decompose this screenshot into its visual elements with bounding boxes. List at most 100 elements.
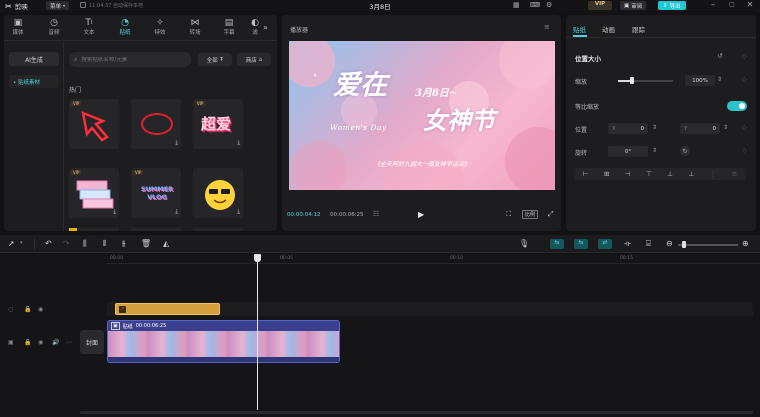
audio-mute-icon[interactable]: 🔊 — [52, 339, 59, 346]
sticker-clip[interactable]: ➚ — [115, 303, 220, 315]
spin-arrows-icon: ⇕ — [717, 76, 723, 83]
tab-media[interactable]: ▣ 媒体 — [7, 17, 29, 37]
video-track-icon: ▣ — [8, 339, 14, 346]
player-menu-icon[interactable]: ≡ — [544, 23, 550, 31]
zoom-out-icon[interactable]: ⊖ — [666, 239, 673, 248]
rotation-dial-icon[interactable]: ↻ — [680, 146, 690, 156]
linkage-icon[interactable]: ⇄ — [598, 239, 612, 249]
red-circle-sticker[interactable]: ⤓ — [131, 99, 181, 149]
split-icon[interactable]: ⫼ — [83, 239, 87, 249]
ratio-button[interactable]: 比例 — [522, 210, 539, 219]
cover-button[interactable]: 封面 — [80, 330, 104, 354]
zoom-slider-handle[interactable] — [682, 241, 686, 248]
video-clip[interactable]: ▣ 贴纸 00:00:06:25 — [107, 320, 340, 363]
timeline-view-icon[interactable]: ☷ — [373, 210, 379, 218]
more-tools-icon[interactable]: » — [263, 23, 268, 32]
sunglasses-emoji-sticker[interactable]: ⤓ — [193, 168, 243, 218]
tab-transition[interactable]: ⋈ 转场 — [184, 17, 206, 37]
align-top-icon[interactable]: ⊤ — [646, 170, 652, 178]
sticker-search[interactable]: ⌕ — [69, 52, 191, 67]
auto-snap-icon[interactable]: ⇆ — [574, 239, 588, 249]
export-button[interactable]: ⇪ 导出 — [658, 1, 686, 10]
vip-badge[interactable]: VIP — [588, 1, 612, 10]
scale-slider-handle[interactable] — [629, 77, 634, 84]
menu-button[interactable]: 菜单 ▾ — [46, 1, 70, 10]
summer-vlog-sticker[interactable]: VIP SUMMER VLOG ⤓ — [131, 168, 181, 218]
shortcut-icon[interactable]: ⌨ — [530, 1, 540, 10]
pink-3d-text-sticker[interactable]: VIP 超爱 ⤓ — [193, 99, 243, 149]
pink-windows-sticker[interactable]: VIP ⤓ — [69, 168, 119, 218]
tab-captions[interactable]: ▤ 字幕 — [218, 17, 240, 37]
ai-generate-button[interactable]: AI生成 — [9, 52, 59, 66]
zoom-in-icon[interactable]: ⊕ — [742, 239, 749, 248]
zoom-slider[interactable] — [678, 241, 738, 248]
position-x-input[interactable]: X0 — [608, 123, 648, 134]
tab-text[interactable]: T I 文本 — [78, 17, 100, 37]
shop-icon: ⌂ — [258, 56, 263, 63]
eye-icon[interactable]: ◉ — [38, 339, 43, 346]
layout-icon[interactable]: ▦ — [513, 1, 523, 10]
windows-image — [76, 180, 114, 209]
eye-icon[interactable]: ◉ — [38, 306, 43, 313]
shop-button[interactable]: 商店 ⌂ — [237, 53, 271, 66]
caption-icon[interactable]: ⌸ — [646, 239, 651, 249]
video-preview: ✦ 爱在 3月8日~ Women's Day 女神节 《全天阿的九园大一瓶女神节… — [289, 41, 555, 190]
playhead[interactable] — [254, 254, 261, 410]
headline-text: 爱在 — [333, 70, 387, 101]
sidebar-divider — [63, 42, 64, 231]
tab-audio[interactable]: ◷ 音频 — [43, 17, 65, 37]
maximize-icon[interactable]: ▢ — [726, 1, 738, 11]
reset-icon[interactable]: ↺ — [717, 52, 723, 60]
tab-filter[interactable]: ◐ 滤 — [247, 17, 263, 37]
settings-icon[interactable]: ⚙ — [546, 1, 556, 10]
tab-effects[interactable]: ✧ 特效 — [149, 17, 171, 37]
current-time: 00:00:04:12 — [287, 212, 321, 218]
select-tool-icon[interactable]: ➚ — [8, 239, 15, 248]
undo-icon[interactable]: ↶ — [45, 239, 52, 248]
fit-screen-icon[interactable]: ⛶ — [506, 210, 511, 219]
more-options-icon[interactable]: ⋯ — [66, 339, 72, 346]
lock-icon[interactable]: 🔒 — [24, 339, 31, 346]
align-bottom-icon[interactable]: ⊥ — [688, 170, 694, 178]
lock-icon[interactable]: 🔒 — [24, 306, 31, 313]
tab-tracking[interactable]: 跟踪 — [632, 24, 645, 34]
main-track-magnet-icon[interactable]: ⇆ — [550, 239, 564, 249]
delete-icon[interactable]: 🗑 — [141, 239, 151, 248]
align-center-v-icon[interactable]: ⊥ — [667, 170, 673, 178]
distribute-h-icon[interactable]: ⋮ — [710, 170, 717, 178]
filter-all-button[interactable]: 全部 Ŧ — [198, 53, 232, 66]
download-icon: ⤓ — [175, 139, 178, 146]
position-y-input[interactable]: Y0 — [680, 123, 720, 134]
tab-sticker-props[interactable]: 贴纸 — [573, 24, 586, 34]
scale-slider[interactable] — [618, 77, 673, 84]
search-input[interactable] — [81, 56, 182, 63]
distribute-v-icon[interactable]: ≡ — [732, 170, 737, 178]
split-left-icon[interactable]: ⫴ — [103, 239, 106, 249]
download-icon: ⤓ — [113, 208, 116, 215]
uniform-scale-toggle[interactable] — [727, 101, 747, 111]
fullscreen-icon[interactable]: ⤢ — [548, 210, 554, 219]
menu-label: 菜单 — [50, 3, 62, 10]
review-button[interactable]: ▣ 审阅 — [620, 1, 647, 10]
ruler-tick-label: 00:10 — [450, 256, 463, 261]
align-center-h-icon[interactable]: ⊞ — [604, 170, 609, 178]
microphone-icon[interactable]: 🎙 — [519, 239, 529, 248]
rotation-input[interactable]: 0° — [608, 146, 648, 157]
align-left-icon[interactable]: ⊢ — [583, 170, 589, 178]
sidebar-item-sticker-material[interactable]: • 贴纸素材 — [9, 75, 59, 88]
align-right-icon[interactable]: ⊣ — [625, 170, 631, 178]
split-right-icon[interactable]: ⫵ — [122, 239, 126, 249]
play-button[interactable]: ▶ — [418, 210, 424, 219]
property-tabs: 贴纸 动画 跟踪 — [566, 15, 756, 38]
tab-sticker[interactable]: ◔ 贴纸 — [114, 17, 136, 37]
red-arrow-sticker[interactable]: VIP — [69, 99, 119, 149]
tab-animation[interactable]: 动画 — [602, 24, 615, 34]
mirror-icon[interactable]: ◭ — [163, 239, 169, 248]
scale-input[interactable]: 100% — [685, 75, 715, 86]
minimize-icon[interactable]: – — [707, 0, 719, 11]
close-icon[interactable]: ✕ — [744, 0, 756, 11]
preview-axis-icon[interactable]: ⟛ — [624, 239, 631, 249]
playhead-handle[interactable] — [254, 254, 261, 262]
timeline-scrollbar[interactable] — [80, 411, 753, 414]
track-visibility-icon[interactable]: ◌ — [8, 306, 13, 313]
